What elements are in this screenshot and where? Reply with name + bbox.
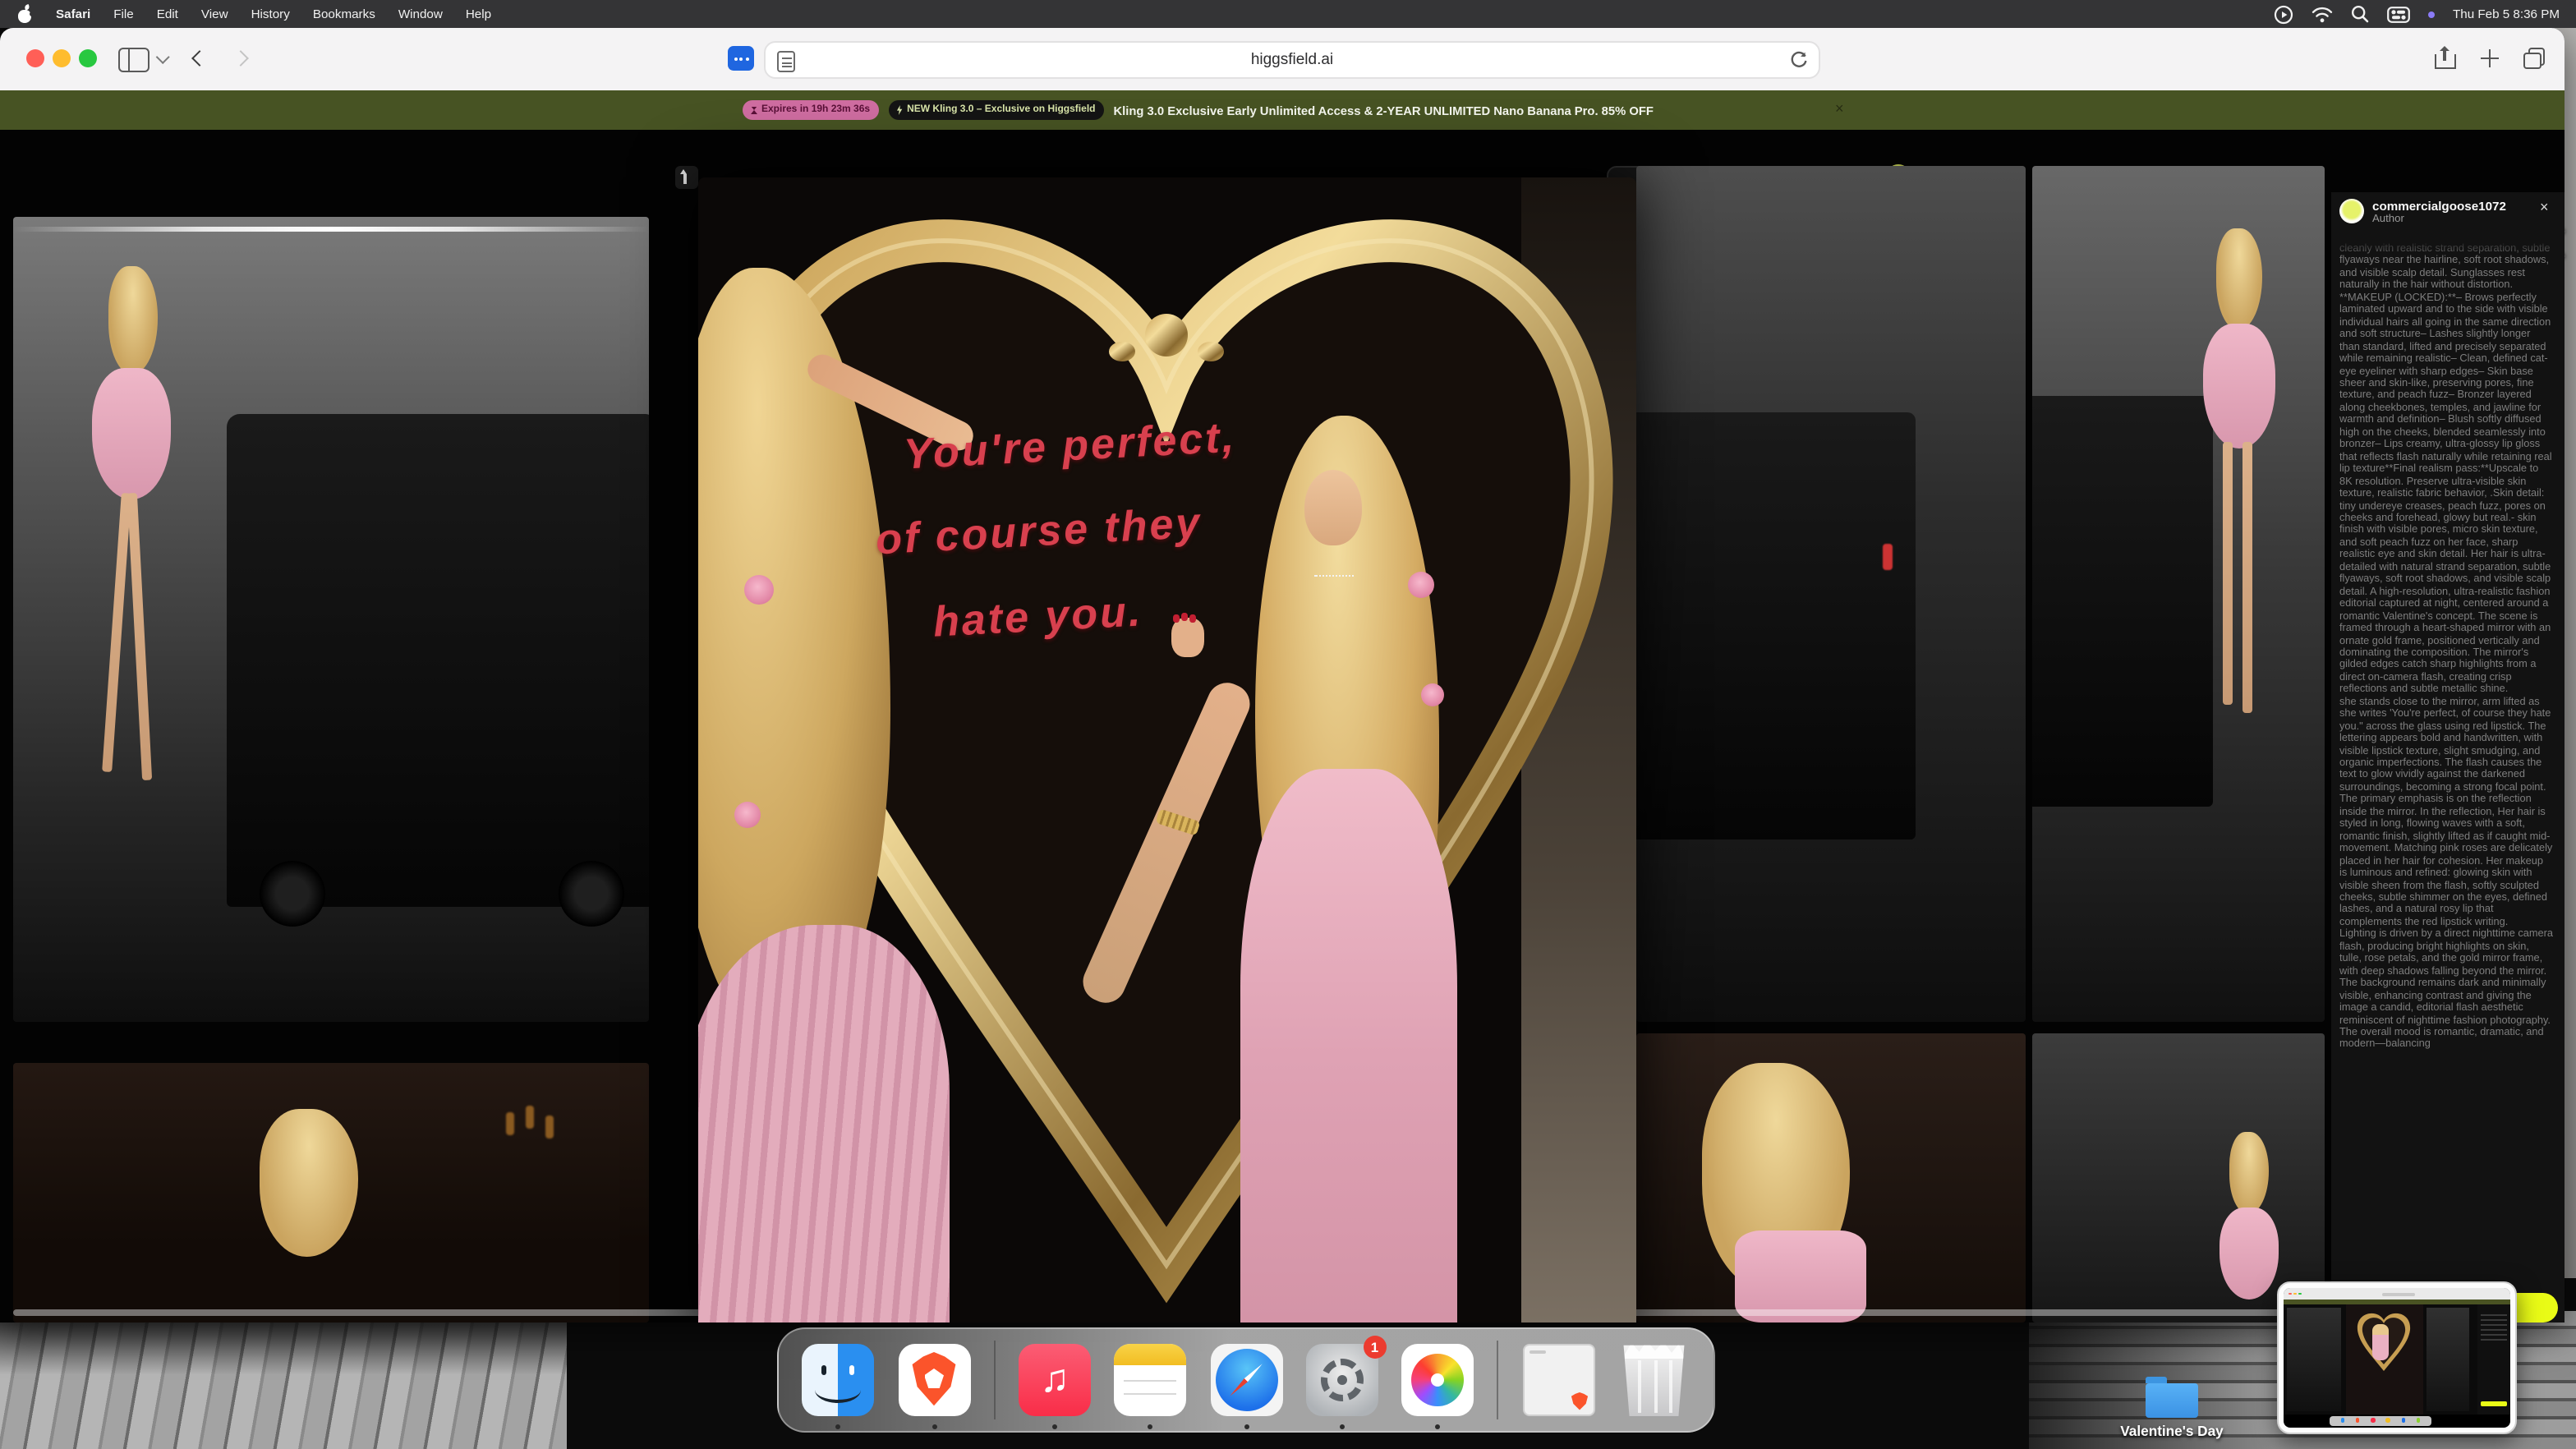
new-tab-icon[interactable] — [2481, 49, 2499, 67]
menu-help[interactable]: Help — [466, 7, 491, 21]
screen-preview-window[interactable] — [2277, 1281, 2517, 1434]
dock: ♫ 1 — [777, 1327, 1715, 1433]
dock-minimized-window[interactable] — [1522, 1344, 1594, 1416]
menu-edit[interactable]: Edit — [157, 7, 178, 21]
rose-in-hair — [1421, 683, 1444, 706]
prompt-text: cleanly with realistic strand separation… — [2339, 243, 2553, 1051]
menu-bar: Safari File Edit View History Bookmarks … — [0, 0, 2576, 28]
apple-menu-icon[interactable] — [18, 4, 34, 23]
foreground-feather-dress — [698, 925, 950, 1322]
control-center-icon[interactable] — [2387, 6, 2410, 22]
dock-photos-icon[interactable] — [1401, 1344, 1474, 1429]
gallery-image[interactable] — [13, 1063, 649, 1322]
reflection-face — [1304, 470, 1362, 545]
zoom-window-button[interactable] — [79, 49, 97, 67]
forward-button[interactable] — [232, 50, 249, 67]
browser-toolbar: higgsfield.ai — [0, 28, 2564, 92]
writing-hand — [1171, 613, 1204, 657]
author-name[interactable]: commercialgoose1072 — [2372, 199, 2506, 214]
reload-icon[interactable] — [1789, 50, 1809, 70]
screen: P P Safari File Edit View History Bookma… — [0, 0, 2576, 1449]
address-bar[interactable]: higgsfield.ai — [764, 41, 1820, 79]
dock-settings-icon[interactable]: 1 — [1305, 1336, 1387, 1429]
notification-badge: 1 — [1363, 1336, 1387, 1359]
author-avatar[interactable] — [2339, 199, 2364, 223]
hourglass-icon — [751, 106, 757, 114]
screen-record-icon[interactable] — [2274, 4, 2293, 24]
expires-badge: Expires in 19h 23m 36s — [743, 100, 879, 120]
page-format-icon[interactable] — [777, 51, 795, 72]
spotlight-search-icon[interactable] — [2351, 5, 2369, 23]
rose-in-hair — [744, 575, 774, 605]
new-kling-badge[interactable]: NEW Kling 3.0 – Exclusive on Higgsfield — [888, 100, 1104, 120]
menu-safari[interactable]: Safari — [56, 7, 90, 21]
back-button[interactable] — [191, 50, 208, 67]
extension-icon[interactable] — [728, 46, 754, 71]
safari-window: higgsfield.ai Expires in 19h 23m 36s NEW… — [0, 28, 2564, 1322]
menu-bar-clock[interactable]: Thu Feb 5 8:36 PM — [2453, 7, 2560, 21]
share-icon[interactable] — [2435, 46, 2456, 69]
lightbox-image[interactable]: You're perfect, of course they hate you. — [698, 177, 1636, 1322]
desktop-folder-icon[interactable] — [2146, 1377, 2198, 1417]
gallery-image[interactable] — [1636, 1033, 2026, 1322]
desktop-wallpaper-wood-left — [0, 1314, 567, 1449]
url-text[interactable]: higgsfield.ai — [766, 43, 1819, 77]
minimize-window-button[interactable] — [53, 49, 71, 67]
dock-finder-icon[interactable] — [802, 1344, 875, 1429]
tab-group-chevron-icon[interactable] — [155, 50, 169, 64]
gallery-image[interactable] — [1636, 166, 2026, 1022]
dock-separator — [993, 1341, 996, 1419]
dock-trash-icon[interactable] — [1623, 1345, 1685, 1416]
screen-preview-content — [2284, 1288, 2510, 1428]
dock-brave-icon[interactable] — [898, 1344, 970, 1429]
menu-bookmarks[interactable]: Bookmarks — [313, 7, 375, 21]
prompt-fade-top — [2331, 235, 2564, 258]
webpage: Expires in 19h 23m 36s NEW Kling 3.0 – E… — [0, 90, 2564, 1322]
tab-overview-icon[interactable] — [2523, 48, 2545, 69]
dock-music-icon[interactable]: ♫ — [1019, 1344, 1091, 1429]
lightning-icon — [896, 105, 903, 115]
sidebar-toggle-icon[interactable] — [118, 48, 150, 72]
reflection-pink-outfit — [1240, 769, 1457, 1322]
desktop-folder-label[interactable]: Valentine's Day — [2080, 1423, 2264, 1439]
close-window-button[interactable] — [26, 49, 44, 67]
gallery-image[interactable] — [2032, 166, 2325, 1022]
menu-file[interactable]: File — [113, 7, 134, 21]
menu-window[interactable]: Window — [398, 7, 443, 21]
wifi-icon[interactable] — [2312, 6, 2333, 22]
status-dot-icon — [2427, 11, 2435, 17]
promo-banner: Expires in 19h 23m 36s NEW Kling 3.0 – E… — [0, 90, 2564, 130]
necklace — [1314, 568, 1354, 577]
gallery-image[interactable] — [2032, 1033, 2325, 1322]
banner-message: Kling 3.0 Exclusive Early Unlimited Acce… — [1113, 103, 1654, 117]
menu-history[interactable]: History — [251, 7, 290, 21]
gallery-image[interactable] — [13, 217, 649, 1022]
rose-in-hair — [1408, 572, 1434, 598]
author-role: Author — [2372, 214, 2404, 225]
dock-notes-icon[interactable] — [1114, 1344, 1187, 1429]
upscale-icon[interactable] — [675, 166, 698, 189]
rose-in-hair — [734, 802, 761, 828]
menu-view[interactable]: View — [201, 7, 228, 21]
panel-close-icon[interactable]: × — [2540, 199, 2549, 215]
banner-close-icon[interactable]: × — [1835, 101, 1844, 117]
dock-separator — [1497, 1341, 1499, 1419]
dock-safari-icon[interactable] — [1210, 1344, 1282, 1429]
